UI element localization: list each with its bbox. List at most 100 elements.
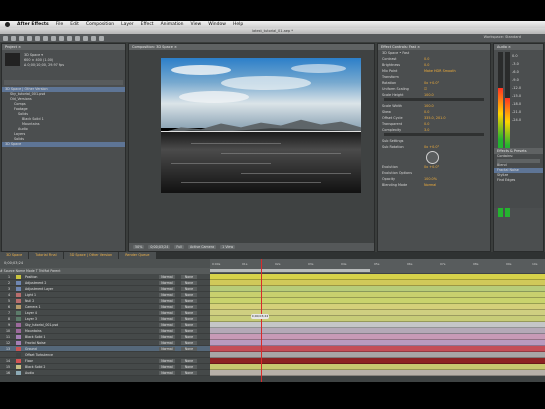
layer-label-color[interactable]	[16, 358, 21, 363]
type-tool-icon[interactable]	[67, 35, 72, 41]
layer-name[interactable]: Floor	[25, 359, 85, 363]
layer-trackmatte-dropdown[interactable]: None	[181, 322, 197, 327]
layer-mode-dropdown[interactable]: Normal	[159, 286, 175, 291]
composition-viewer[interactable]	[129, 50, 374, 243]
layer-trackmatte-dropdown[interactable]: None	[181, 316, 197, 321]
layer-name[interactable]: Adjustment Layer	[25, 287, 85, 291]
menu-effect[interactable]: Effect	[141, 22, 154, 27]
menu-animation[interactable]: Animation	[161, 22, 184, 27]
camera-dropdown[interactable]: Active Camera	[187, 245, 217, 249]
layer-mode-dropdown[interactable]: Normal	[159, 346, 175, 351]
resolution-dropdown[interactable]: Full	[174, 245, 184, 249]
layer-name[interactable]: Offset Turbulence	[25, 353, 85, 357]
layer-name[interactable]: Layer 3	[25, 317, 85, 321]
selection-tool-icon[interactable]	[3, 35, 8, 41]
layer-trackmatte-dropdown[interactable]: None	[181, 358, 197, 363]
layer-label-color[interactable]	[16, 316, 21, 321]
layer-label-color[interactable]	[16, 310, 21, 315]
complexity-slider[interactable]	[384, 133, 484, 136]
layer-label-color[interactable]	[16, 364, 21, 369]
layer-label-color[interactable]	[16, 370, 21, 375]
timeline-tab[interactable]: Tutorial Final	[29, 252, 63, 259]
layer-label-color[interactable]	[16, 274, 21, 279]
layer-trackmatte-dropdown[interactable]: None	[181, 298, 197, 303]
layer-mode-dropdown[interactable]: Normal	[159, 340, 175, 345]
layer-mode-dropdown[interactable]: Normal	[159, 322, 175, 327]
layer-name[interactable]: Camera 1	[25, 305, 85, 309]
layer-label-color[interactable]	[16, 292, 21, 297]
layer-trackmatte-dropdown[interactable]: None	[181, 274, 197, 279]
layer-name[interactable]: Adjustment 2	[25, 281, 85, 285]
layer-mode-dropdown[interactable]: Normal	[159, 316, 175, 321]
layer-trackmatte-dropdown[interactable]: None	[181, 334, 197, 339]
layer-label-color[interactable]	[16, 298, 21, 303]
timeline-tab[interactable]: Render Queue	[119, 252, 156, 259]
puppet-tool-icon[interactable]	[99, 35, 104, 41]
layer-mode-dropdown[interactable]: Normal	[159, 328, 175, 333]
pen-tool-icon[interactable]	[59, 35, 64, 41]
layer-trackmatte-dropdown[interactable]: None	[181, 292, 197, 297]
clone-tool-icon[interactable]	[83, 35, 88, 41]
layer-trackmatte-dropdown[interactable]: None	[181, 304, 197, 309]
project-item[interactable]: 3D Space	[2, 142, 125, 147]
layer-trackmatte-dropdown[interactable]: None	[181, 370, 197, 375]
view-layout-dropdown[interactable]: 1 View	[220, 245, 236, 249]
hand-tool-icon[interactable]	[11, 35, 16, 41]
layer-trackmatte-dropdown[interactable]: None	[181, 328, 197, 333]
pan-behind-tool-icon[interactable]	[43, 35, 48, 41]
audio-tab[interactable]: Audio ×	[494, 44, 543, 50]
layer-trackmatte-dropdown[interactable]: None	[181, 364, 197, 369]
layer-trackmatte-dropdown[interactable]: None	[181, 286, 197, 291]
layer-name[interactable]: Position	[25, 275, 85, 279]
menu-composition[interactable]: Composition	[86, 22, 114, 27]
workspace-select[interactable]: Workspace: Standard	[484, 35, 521, 39]
layer-trackmatte-dropdown[interactable]: None	[181, 346, 197, 351]
layer-name[interactable]: Ground	[25, 347, 85, 351]
brush-tool-icon[interactable]	[75, 35, 80, 41]
layer-mode-dropdown[interactable]: Normal	[159, 370, 175, 375]
camera-tool-icon[interactable]	[35, 35, 40, 41]
timecode-display[interactable]: 0;00;03;24	[148, 245, 171, 249]
layer-label-color[interactable]	[16, 322, 21, 327]
eraser-tool-icon[interactable]	[91, 35, 96, 41]
work-area-bar[interactable]	[210, 269, 370, 272]
timeline-tab[interactable]: 3D Space | Other Version	[63, 252, 119, 259]
layer-mode-dropdown[interactable]: Normal	[159, 358, 175, 363]
layer-name[interactable]: Sky_tutorial_001.psd	[25, 323, 85, 327]
layer-mode-dropdown[interactable]: Normal	[159, 298, 175, 303]
menu-layer[interactable]: Layer	[121, 22, 134, 27]
timeline-timecode[interactable]: 0;00;03;24	[0, 259, 214, 268]
layer-name[interactable]: Light 1	[25, 293, 85, 297]
layer-name[interactable]: Black Solid 1	[25, 335, 85, 339]
layer-name[interactable]: Layer 4	[25, 311, 85, 315]
zoom-dropdown[interactable]: 50%	[133, 245, 145, 249]
mask-tool-icon[interactable]	[51, 35, 56, 41]
project-search-input[interactable]	[4, 80, 123, 85]
layer-mode-dropdown[interactable]: Normal	[159, 334, 175, 339]
layer-label-color[interactable]	[16, 334, 21, 339]
layer-name[interactable]: Fractal Noise	[25, 341, 85, 345]
layer-label-color[interactable]	[16, 328, 21, 333]
rotation-dial-icon[interactable]	[426, 151, 439, 164]
layer-label-color[interactable]	[16, 352, 21, 357]
layer-label-color[interactable]	[16, 280, 21, 285]
layer-mode-dropdown[interactable]: Normal	[159, 310, 175, 315]
layer-name[interactable]: Mountains	[25, 329, 85, 333]
timeline-tab[interactable]: 3D Space	[0, 252, 29, 259]
menu-app[interactable]: After Effects	[17, 22, 49, 27]
layer-name[interactable]: Black Solid 2	[25, 365, 85, 369]
layer-trackmatte-dropdown[interactable]: None	[181, 310, 197, 315]
layer-mode-dropdown[interactable]: Normal	[159, 280, 175, 285]
layer-label-color[interactable]	[16, 304, 21, 309]
layer-trackmatte-dropdown[interactable]: None	[181, 340, 197, 345]
apple-icon[interactable]	[5, 22, 10, 27]
menu-edit[interactable]: Edit	[70, 22, 79, 27]
rotate-tool-icon[interactable]	[27, 35, 32, 41]
layer-mode-dropdown[interactable]: Normal	[159, 274, 175, 279]
menu-view[interactable]: View	[191, 22, 202, 27]
layer-name[interactable]: Null 2	[25, 299, 85, 303]
timeline-layer[interactable]: 16 Audio Normal None	[0, 370, 210, 376]
layer-mode-dropdown[interactable]: Normal	[159, 364, 175, 369]
menu-help[interactable]: Help	[233, 22, 243, 27]
layer-label-color[interactable]	[16, 340, 21, 345]
